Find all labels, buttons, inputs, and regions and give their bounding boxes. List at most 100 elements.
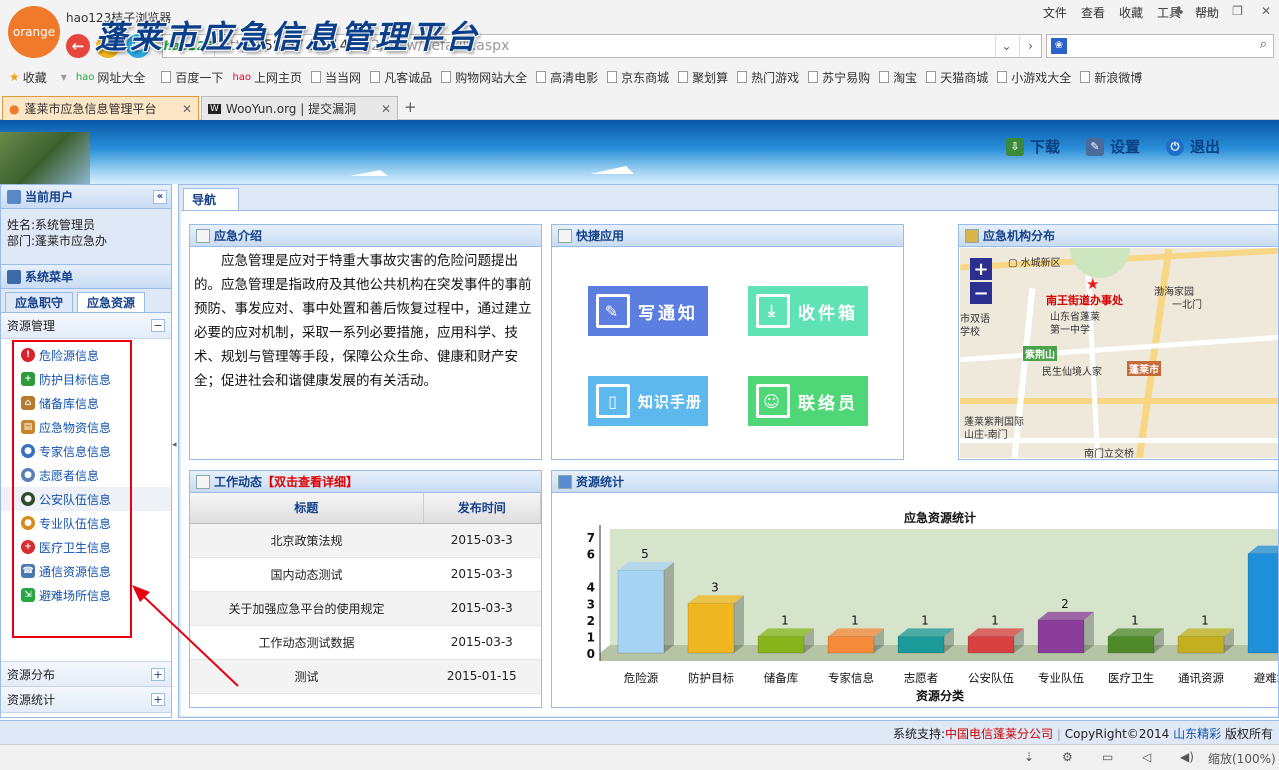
table-row[interactable]: 国内动态测试 2015-03-3 — [190, 557, 541, 592]
collapse-icon[interactable]: « — [153, 190, 167, 204]
table-row[interactable]: 测试 2015-01-15 — [190, 659, 541, 694]
close-icon[interactable]: ✕ — [182, 102, 192, 116]
download-button[interactable]: ⇩ 下载 — [1006, 136, 1060, 157]
section-resource-management[interactable]: 资源管理 − — [1, 313, 171, 339]
company-link[interactable]: 山东精彩 — [1173, 727, 1221, 741]
inbox-button[interactable]: ⤓ 收件箱 — [748, 286, 868, 336]
section-resource-distribution[interactable]: 资源分布 + — [1, 661, 171, 687]
download-arrow-icon[interactable]: ⇣ — [1024, 750, 1034, 764]
table-row[interactable]: 工作动态测试数据 2015-03-3 — [190, 625, 541, 660]
menu-view[interactable]: 查看 — [1081, 4, 1105, 21]
bookmark-item[interactable]: 天猫商城 — [926, 69, 988, 86]
bookmark-item[interactable]: 凡客诚品 — [370, 69, 432, 86]
chart-bar — [827, 635, 875, 654]
chevron-down-icon[interactable]: ▾ — [61, 70, 67, 84]
settings-label: 设置 — [1110, 138, 1141, 156]
bookmark-item[interactable]: 京东商城 — [607, 69, 669, 86]
column-title[interactable]: 标题 — [190, 493, 424, 524]
bookmark-item[interactable]: hao 网址大全 — [76, 69, 146, 86]
bookmark-item[interactable]: 高清电影 — [536, 69, 598, 86]
search-icon[interactable]: ⌕ — [1260, 37, 1267, 52]
bookmark-item[interactable]: 苏宁易购 — [808, 69, 870, 86]
bookmark-item[interactable]: 当当网 — [311, 69, 361, 86]
quick-label: 知识手册 — [638, 392, 703, 411]
intro-title: 应急介绍 — [214, 229, 263, 243]
logout-button[interactable]: ⏻ 退出 — [1166, 136, 1220, 157]
stats-header: 资源统计 — [552, 471, 1278, 493]
chart-x-axis-label: 资源分类 — [916, 688, 965, 703]
volume-icon[interactable]: ◀) — [1180, 750, 1194, 764]
close-icon[interactable]: ✕ — [1261, 4, 1271, 18]
expand-plus-icon[interactable]: + — [151, 668, 165, 681]
bookmark-item[interactable]: 聚划算 — [678, 69, 728, 86]
news-cell-date: 2015-03-3 — [423, 523, 541, 558]
column-date[interactable]: 发布时间 — [423, 493, 541, 524]
close-icon[interactable]: ✕ — [381, 102, 391, 116]
browser-tab[interactable]: W WooYun.org | 提交漏洞 ✕ — [201, 96, 398, 120]
table-row[interactable]: 北京政策法规 2015-03-3 — [190, 523, 541, 558]
bookmark-item[interactable]: 百度一下 — [161, 69, 223, 86]
quick-label: 联络员 — [798, 393, 858, 414]
intro-panel: 应急介绍 应急管理是应对于特重大事故灾害的危险问题提出的。应急管理是指政府及其他… — [189, 224, 542, 460]
knowledge-manual-button[interactable]: ▯ 知识手册 — [588, 376, 708, 426]
section-resource-statistics[interactable]: 资源统计 + — [1, 687, 171, 713]
bookmark-favorites[interactable]: ★ 收藏 ▾ — [9, 69, 67, 86]
settings-button[interactable]: ✎ 设置 — [1086, 136, 1140, 157]
screen-icon[interactable]: ▭ — [1102, 750, 1113, 764]
bookmark-label: 凡客诚品 — [384, 70, 433, 85]
bookmark-item[interactable]: 小游戏大全 — [997, 69, 1071, 86]
tab-emergency-duty[interactable]: 应急职守 — [5, 292, 74, 312]
menu-favorites[interactable]: 收藏 — [1119, 4, 1143, 21]
map-view[interactable]: + − ▢ 水城新区 渤海家园 一北门 ★ 南王街道办事处 山东省蓬莱 第一中学… — [960, 248, 1278, 458]
map-label: 学校 — [960, 327, 980, 338]
skin-icon[interactable]: ♣ — [1173, 4, 1184, 18]
map-label: 山庄-南门 — [964, 430, 1008, 441]
bookmark-item[interactable]: 热门游戏 — [737, 69, 799, 86]
chart-bar — [897, 635, 945, 654]
zoom-out-button[interactable]: − — [970, 282, 992, 304]
page-icon — [536, 71, 547, 83]
maximize-icon[interactable]: ❐ — [1232, 4, 1243, 18]
tab-emergency-resources[interactable]: 应急资源 — [77, 292, 146, 312]
page-icon — [997, 71, 1008, 83]
bookmark-item[interactable]: 新浪微博 — [1080, 69, 1142, 86]
map-label: 民生仙境人家 — [1042, 367, 1102, 378]
wooyun-icon: W — [208, 103, 221, 114]
bookmark-item[interactable]: 购物网站大全 — [441, 69, 527, 86]
go-arrow-icon[interactable]: › — [1019, 35, 1041, 57]
map-label: 第一中学 — [1050, 325, 1090, 336]
new-tab-button[interactable]: + — [404, 98, 417, 116]
menu-file[interactable]: 文件 — [1043, 4, 1067, 21]
expand-plus-icon[interactable]: + — [151, 693, 165, 706]
zoom-in-button[interactable]: + — [970, 258, 992, 280]
zoom-label[interactable]: 缩放(100%) — [1208, 750, 1276, 767]
mute-icon[interactable]: ◁ — [1142, 750, 1151, 764]
main-body: 应急介绍 应急管理是应对于特重大事故灾害的危险问题提出的。应急管理是指政府及其他… — [181, 210, 1279, 716]
table-row[interactable]: 关于加强应急平台的使用规定 2015-03-3 — [190, 591, 541, 626]
chevron-down-icon[interactable]: ⌄ — [995, 35, 1017, 57]
news-cell-title: 关于加强应急平台的使用规定 — [190, 591, 423, 626]
page-icon — [1080, 71, 1091, 83]
search-input[interactable]: ❀ ⌕ — [1046, 34, 1274, 58]
hao123-icon: hao — [75, 71, 95, 83]
browser-tab-active[interactable]: ● 蓬莱市应急信息管理平台 ✕ — [2, 96, 199, 120]
chart-data-label: 1 — [1201, 613, 1209, 627]
rights: 版权所有 — [1224, 727, 1273, 741]
bookmark-item[interactable]: 淘宝 — [879, 69, 917, 86]
news-cell-date: 2015-03-3 — [423, 557, 541, 592]
write-notice-button[interactable]: ✎ 写通知 — [588, 286, 708, 336]
chart-data-label: 1 — [781, 613, 789, 627]
map-label-park: 紫荆山 — [1023, 346, 1057, 361]
back-icon[interactable]: ← — [66, 34, 90, 58]
tab-navigation[interactable]: 导航 — [183, 188, 240, 210]
collapse-minus-icon[interactable]: − — [151, 319, 165, 332]
page-icon — [737, 71, 748, 83]
liaison-button[interactable]: ☺ 联络员 — [748, 376, 868, 426]
bookmark-label: 百度一下 — [175, 70, 224, 85]
gear-icon[interactable]: ⚙ — [1062, 750, 1073, 764]
news-title: 工作动态 — [214, 475, 263, 489]
contact-icon: ☺ — [756, 384, 790, 418]
bookmark-item[interactable]: hao 上网主页 — [232, 69, 302, 86]
power-icon: ⏻ — [1166, 137, 1184, 156]
minimize-icon[interactable]: — — [1202, 4, 1214, 18]
